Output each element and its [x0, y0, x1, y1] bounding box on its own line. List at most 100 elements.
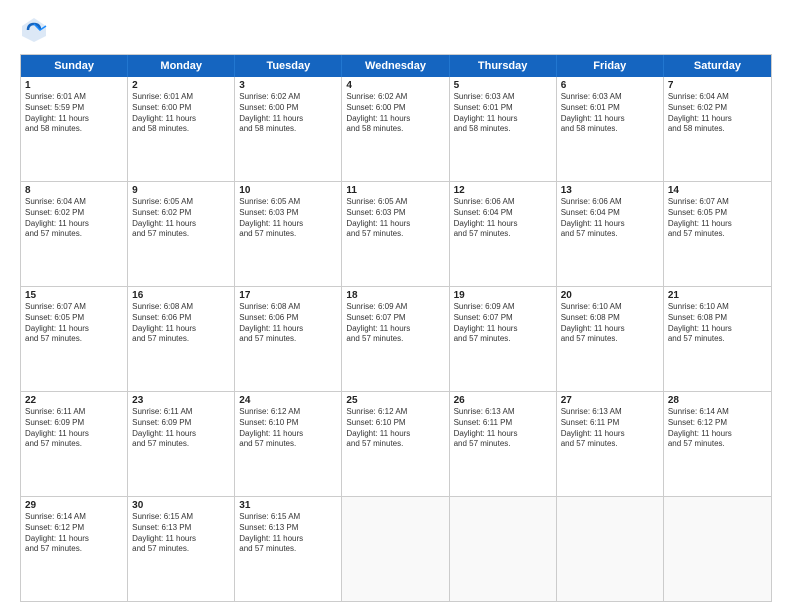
day-number: 11 — [346, 185, 444, 196]
cal-cell-day-23: 23Sunrise: 6:11 AM Sunset: 6:09 PM Dayli… — [128, 392, 235, 496]
day-info: Sunrise: 6:14 AM Sunset: 6:12 PM Dayligh… — [25, 512, 123, 555]
header — [20, 16, 772, 44]
day-number: 30 — [132, 500, 230, 511]
day-info: Sunrise: 6:05 AM Sunset: 6:02 PM Dayligh… — [132, 197, 230, 240]
day-info: Sunrise: 6:07 AM Sunset: 6:05 PM Dayligh… — [25, 302, 123, 345]
cal-cell-day-11: 11Sunrise: 6:05 AM Sunset: 6:03 PM Dayli… — [342, 182, 449, 286]
day-number: 23 — [132, 395, 230, 406]
cal-cell-day-18: 18Sunrise: 6:09 AM Sunset: 6:07 PM Dayli… — [342, 287, 449, 391]
day-number: 22 — [25, 395, 123, 406]
cal-cell-day-26: 26Sunrise: 6:13 AM Sunset: 6:11 PM Dayli… — [450, 392, 557, 496]
day-number: 21 — [668, 290, 767, 301]
logo-icon — [20, 16, 48, 44]
day-number: 15 — [25, 290, 123, 301]
day-info: Sunrise: 6:09 AM Sunset: 6:07 PM Dayligh… — [454, 302, 552, 345]
cal-header-day-thursday: Thursday — [450, 55, 557, 77]
cal-cell-day-25: 25Sunrise: 6:12 AM Sunset: 6:10 PM Dayli… — [342, 392, 449, 496]
day-info: Sunrise: 6:12 AM Sunset: 6:10 PM Dayligh… — [239, 407, 337, 450]
day-number: 10 — [239, 185, 337, 196]
cal-header-day-monday: Monday — [128, 55, 235, 77]
day-number: 26 — [454, 395, 552, 406]
day-info: Sunrise: 6:12 AM Sunset: 6:10 PM Dayligh… — [346, 407, 444, 450]
cal-cell-day-9: 9Sunrise: 6:05 AM Sunset: 6:02 PM Daylig… — [128, 182, 235, 286]
cal-cell-day-10: 10Sunrise: 6:05 AM Sunset: 6:03 PM Dayli… — [235, 182, 342, 286]
logo — [20, 16, 52, 44]
day-info: Sunrise: 6:08 AM Sunset: 6:06 PM Dayligh… — [132, 302, 230, 345]
cal-cell-day-16: 16Sunrise: 6:08 AM Sunset: 6:06 PM Dayli… — [128, 287, 235, 391]
day-info: Sunrise: 6:08 AM Sunset: 6:06 PM Dayligh… — [239, 302, 337, 345]
cal-cell-day-4: 4Sunrise: 6:02 AM Sunset: 6:00 PM Daylig… — [342, 77, 449, 181]
day-number: 17 — [239, 290, 337, 301]
day-number: 24 — [239, 395, 337, 406]
cal-week-2: 8Sunrise: 6:04 AM Sunset: 6:02 PM Daylig… — [21, 182, 771, 287]
cal-header-day-sunday: Sunday — [21, 55, 128, 77]
day-number: 18 — [346, 290, 444, 301]
day-number: 1 — [25, 80, 123, 91]
day-number: 5 — [454, 80, 552, 91]
day-info: Sunrise: 6:13 AM Sunset: 6:11 PM Dayligh… — [454, 407, 552, 450]
cal-cell-day-19: 19Sunrise: 6:09 AM Sunset: 6:07 PM Dayli… — [450, 287, 557, 391]
day-info: Sunrise: 6:05 AM Sunset: 6:03 PM Dayligh… — [239, 197, 337, 240]
cal-cell-day-13: 13Sunrise: 6:06 AM Sunset: 6:04 PM Dayli… — [557, 182, 664, 286]
day-number: 31 — [239, 500, 337, 511]
cal-cell-day-20: 20Sunrise: 6:10 AM Sunset: 6:08 PM Dayli… — [557, 287, 664, 391]
day-info: Sunrise: 6:03 AM Sunset: 6:01 PM Dayligh… — [454, 92, 552, 135]
cal-cell-day-12: 12Sunrise: 6:06 AM Sunset: 6:04 PM Dayli… — [450, 182, 557, 286]
cal-cell-day-3: 3Sunrise: 6:02 AM Sunset: 6:00 PM Daylig… — [235, 77, 342, 181]
day-number: 20 — [561, 290, 659, 301]
day-info: Sunrise: 6:02 AM Sunset: 6:00 PM Dayligh… — [346, 92, 444, 135]
cal-cell-day-28: 28Sunrise: 6:14 AM Sunset: 6:12 PM Dayli… — [664, 392, 771, 496]
day-info: Sunrise: 6:15 AM Sunset: 6:13 PM Dayligh… — [132, 512, 230, 555]
day-number: 7 — [668, 80, 767, 91]
day-number: 27 — [561, 395, 659, 406]
cal-cell-day-5: 5Sunrise: 6:03 AM Sunset: 6:01 PM Daylig… — [450, 77, 557, 181]
cal-cell-day-7: 7Sunrise: 6:04 AM Sunset: 6:02 PM Daylig… — [664, 77, 771, 181]
day-info: Sunrise: 6:03 AM Sunset: 6:01 PM Dayligh… — [561, 92, 659, 135]
day-number: 9 — [132, 185, 230, 196]
day-number: 2 — [132, 80, 230, 91]
day-info: Sunrise: 6:09 AM Sunset: 6:07 PM Dayligh… — [346, 302, 444, 345]
cal-cell-empty — [450, 497, 557, 601]
cal-cell-day-17: 17Sunrise: 6:08 AM Sunset: 6:06 PM Dayli… — [235, 287, 342, 391]
day-info: Sunrise: 6:11 AM Sunset: 6:09 PM Dayligh… — [25, 407, 123, 450]
day-number: 29 — [25, 500, 123, 511]
cal-cell-day-24: 24Sunrise: 6:12 AM Sunset: 6:10 PM Dayli… — [235, 392, 342, 496]
cal-cell-day-31: 31Sunrise: 6:15 AM Sunset: 6:13 PM Dayli… — [235, 497, 342, 601]
calendar: SundayMondayTuesdayWednesdayThursdayFrid… — [20, 54, 772, 602]
day-number: 28 — [668, 395, 767, 406]
day-info: Sunrise: 6:06 AM Sunset: 6:04 PM Dayligh… — [454, 197, 552, 240]
day-info: Sunrise: 6:02 AM Sunset: 6:00 PM Dayligh… — [239, 92, 337, 135]
day-number: 19 — [454, 290, 552, 301]
day-number: 25 — [346, 395, 444, 406]
cal-week-1: 1Sunrise: 6:01 AM Sunset: 5:59 PM Daylig… — [21, 77, 771, 182]
cal-cell-day-30: 30Sunrise: 6:15 AM Sunset: 6:13 PM Dayli… — [128, 497, 235, 601]
day-info: Sunrise: 6:14 AM Sunset: 6:12 PM Dayligh… — [668, 407, 767, 450]
day-info: Sunrise: 6:01 AM Sunset: 5:59 PM Dayligh… — [25, 92, 123, 135]
cal-week-4: 22Sunrise: 6:11 AM Sunset: 6:09 PM Dayli… — [21, 392, 771, 497]
day-info: Sunrise: 6:05 AM Sunset: 6:03 PM Dayligh… — [346, 197, 444, 240]
cal-header-day-wednesday: Wednesday — [342, 55, 449, 77]
cal-week-3: 15Sunrise: 6:07 AM Sunset: 6:05 PM Dayli… — [21, 287, 771, 392]
day-number: 3 — [239, 80, 337, 91]
cal-cell-day-27: 27Sunrise: 6:13 AM Sunset: 6:11 PM Dayli… — [557, 392, 664, 496]
cal-cell-day-1: 1Sunrise: 6:01 AM Sunset: 5:59 PM Daylig… — [21, 77, 128, 181]
cal-cell-day-8: 8Sunrise: 6:04 AM Sunset: 6:02 PM Daylig… — [21, 182, 128, 286]
day-number: 13 — [561, 185, 659, 196]
day-info: Sunrise: 6:15 AM Sunset: 6:13 PM Dayligh… — [239, 512, 337, 555]
day-number: 4 — [346, 80, 444, 91]
day-number: 16 — [132, 290, 230, 301]
cal-cell-day-15: 15Sunrise: 6:07 AM Sunset: 6:05 PM Dayli… — [21, 287, 128, 391]
day-info: Sunrise: 6:10 AM Sunset: 6:08 PM Dayligh… — [668, 302, 767, 345]
cal-cell-day-29: 29Sunrise: 6:14 AM Sunset: 6:12 PM Dayli… — [21, 497, 128, 601]
day-info: Sunrise: 6:01 AM Sunset: 6:00 PM Dayligh… — [132, 92, 230, 135]
cal-header-day-friday: Friday — [557, 55, 664, 77]
cal-cell-empty — [342, 497, 449, 601]
cal-cell-empty — [557, 497, 664, 601]
cal-cell-empty — [664, 497, 771, 601]
cal-header-day-tuesday: Tuesday — [235, 55, 342, 77]
calendar-body: 1Sunrise: 6:01 AM Sunset: 5:59 PM Daylig… — [21, 77, 771, 601]
day-number: 8 — [25, 185, 123, 196]
day-info: Sunrise: 6:10 AM Sunset: 6:08 PM Dayligh… — [561, 302, 659, 345]
cal-cell-day-2: 2Sunrise: 6:01 AM Sunset: 6:00 PM Daylig… — [128, 77, 235, 181]
cal-cell-day-14: 14Sunrise: 6:07 AM Sunset: 6:05 PM Dayli… — [664, 182, 771, 286]
